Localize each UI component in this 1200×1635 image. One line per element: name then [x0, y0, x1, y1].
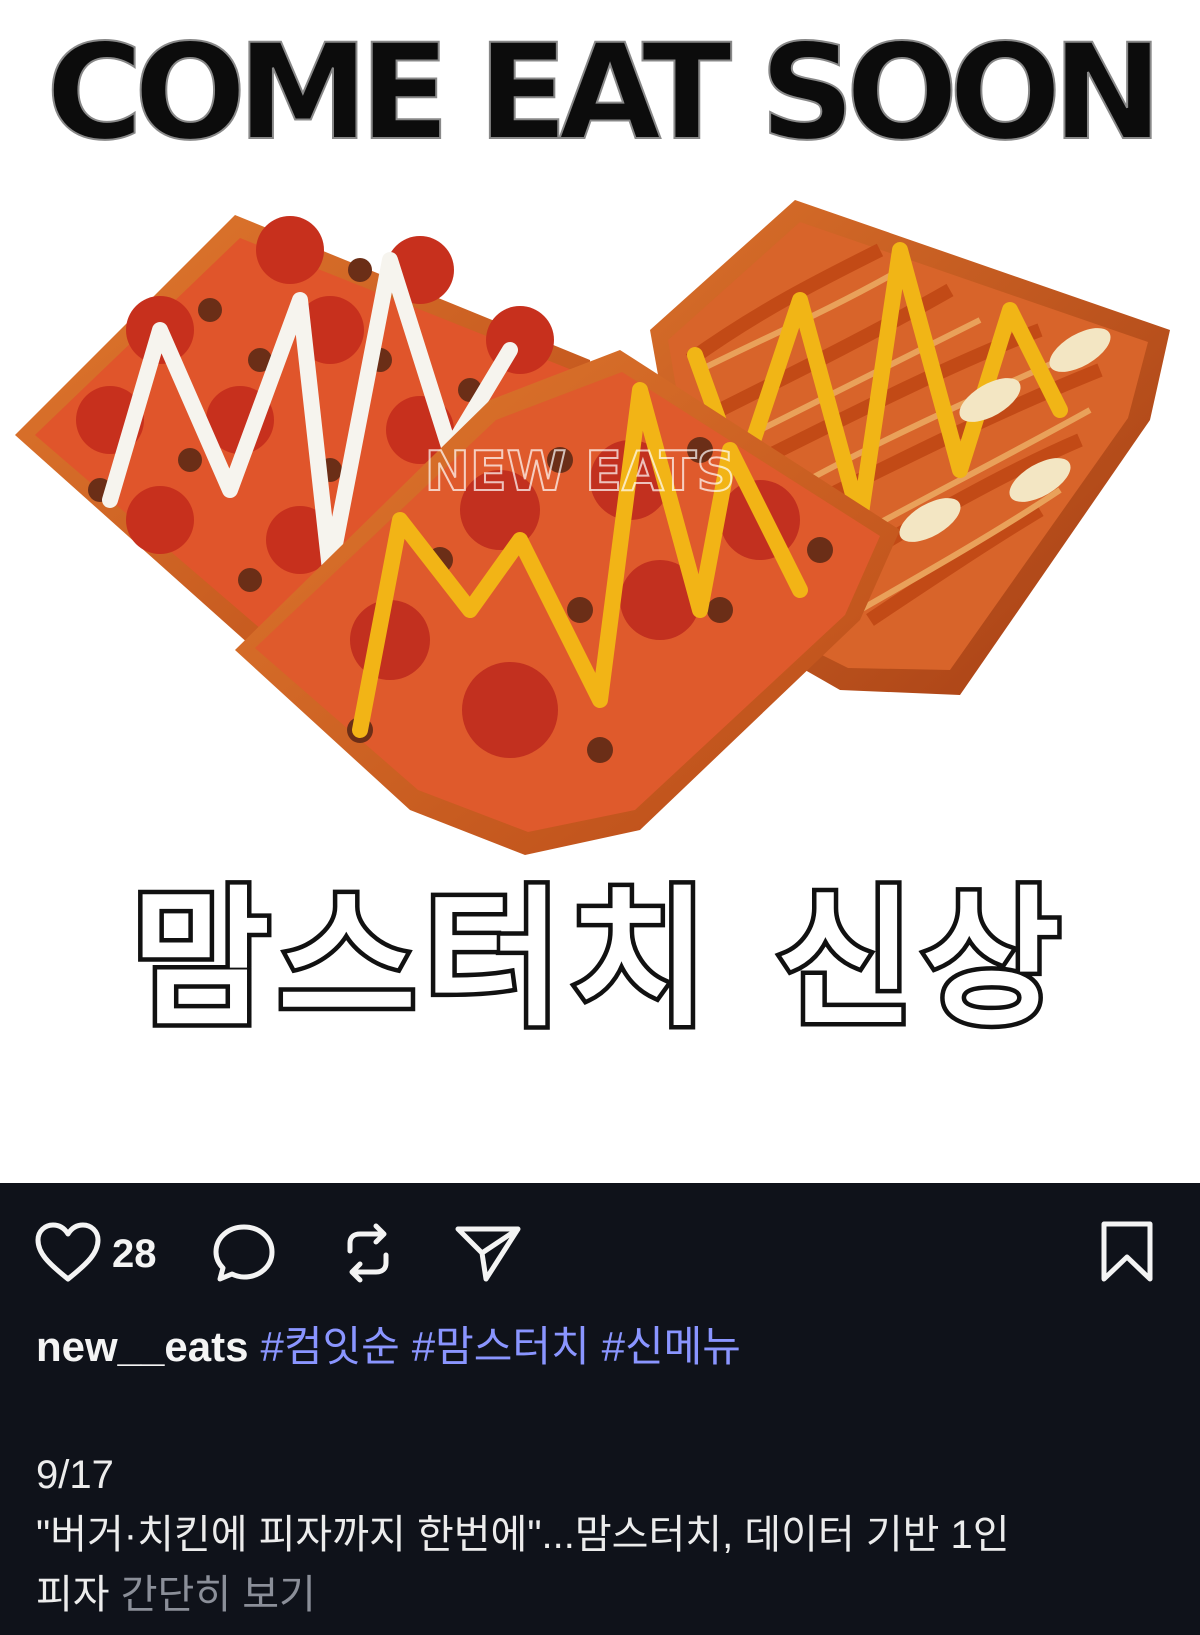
overlay-handwritten-text: 맘스터치 신상: [127, 869, 1069, 1052]
caption-header: new__eats #컴잇순 #맘스터치 #신메뉴: [36, 1322, 1176, 1372]
heart-icon[interactable]: [34, 1221, 102, 1287]
caption-text-tail: 피자: [36, 1573, 110, 1617]
like-button[interactable]: 28: [34, 1221, 157, 1287]
caption-text-continued: 피자 간단히 보기: [36, 1565, 1176, 1625]
share-button[interactable]: [454, 1221, 522, 1289]
repost-icon[interactable]: [338, 1221, 398, 1289]
comment-icon[interactable]: [210, 1221, 278, 1289]
pizza-illustration: NEW EATS: [15, 200, 1170, 855]
caption-body: 9/17 "버거·치킨에 피자까지 한번에"...맘스터치, 데이터 기반 1인…: [36, 1445, 1176, 1625]
save-button[interactable]: [1098, 1219, 1156, 1289]
caption-text: "버거·치킨에 피자까지 한번에"...맘스터치, 데이터 기반 1인: [36, 1513, 1010, 1557]
username-link[interactable]: new__eats: [36, 1323, 248, 1370]
hashtag-link[interactable]: #컴잇순: [260, 1323, 399, 1370]
collapse-link[interactable]: 간단히 보기: [121, 1573, 316, 1617]
action-bar: 28: [0, 1213, 1200, 1293]
bookmark-icon[interactable]: [1098, 1219, 1156, 1289]
hashtag-link[interactable]: #맘스터치: [412, 1323, 590, 1370]
hashtag-link[interactable]: #신메뉴: [602, 1323, 741, 1370]
send-icon[interactable]: [454, 1221, 522, 1289]
headline-text: COME EAT SOON: [45, 16, 1164, 170]
svg-text:NEW EATS: NEW EATS: [425, 440, 736, 503]
repost-button[interactable]: [338, 1221, 398, 1289]
comment-button[interactable]: [210, 1221, 278, 1289]
post-image[interactable]: COME EAT SOON NEW EATS 맘스터치 신상: [0, 0, 1200, 1183]
post-date: 9/17: [36, 1453, 114, 1497]
like-count: 28: [112, 1231, 157, 1276]
